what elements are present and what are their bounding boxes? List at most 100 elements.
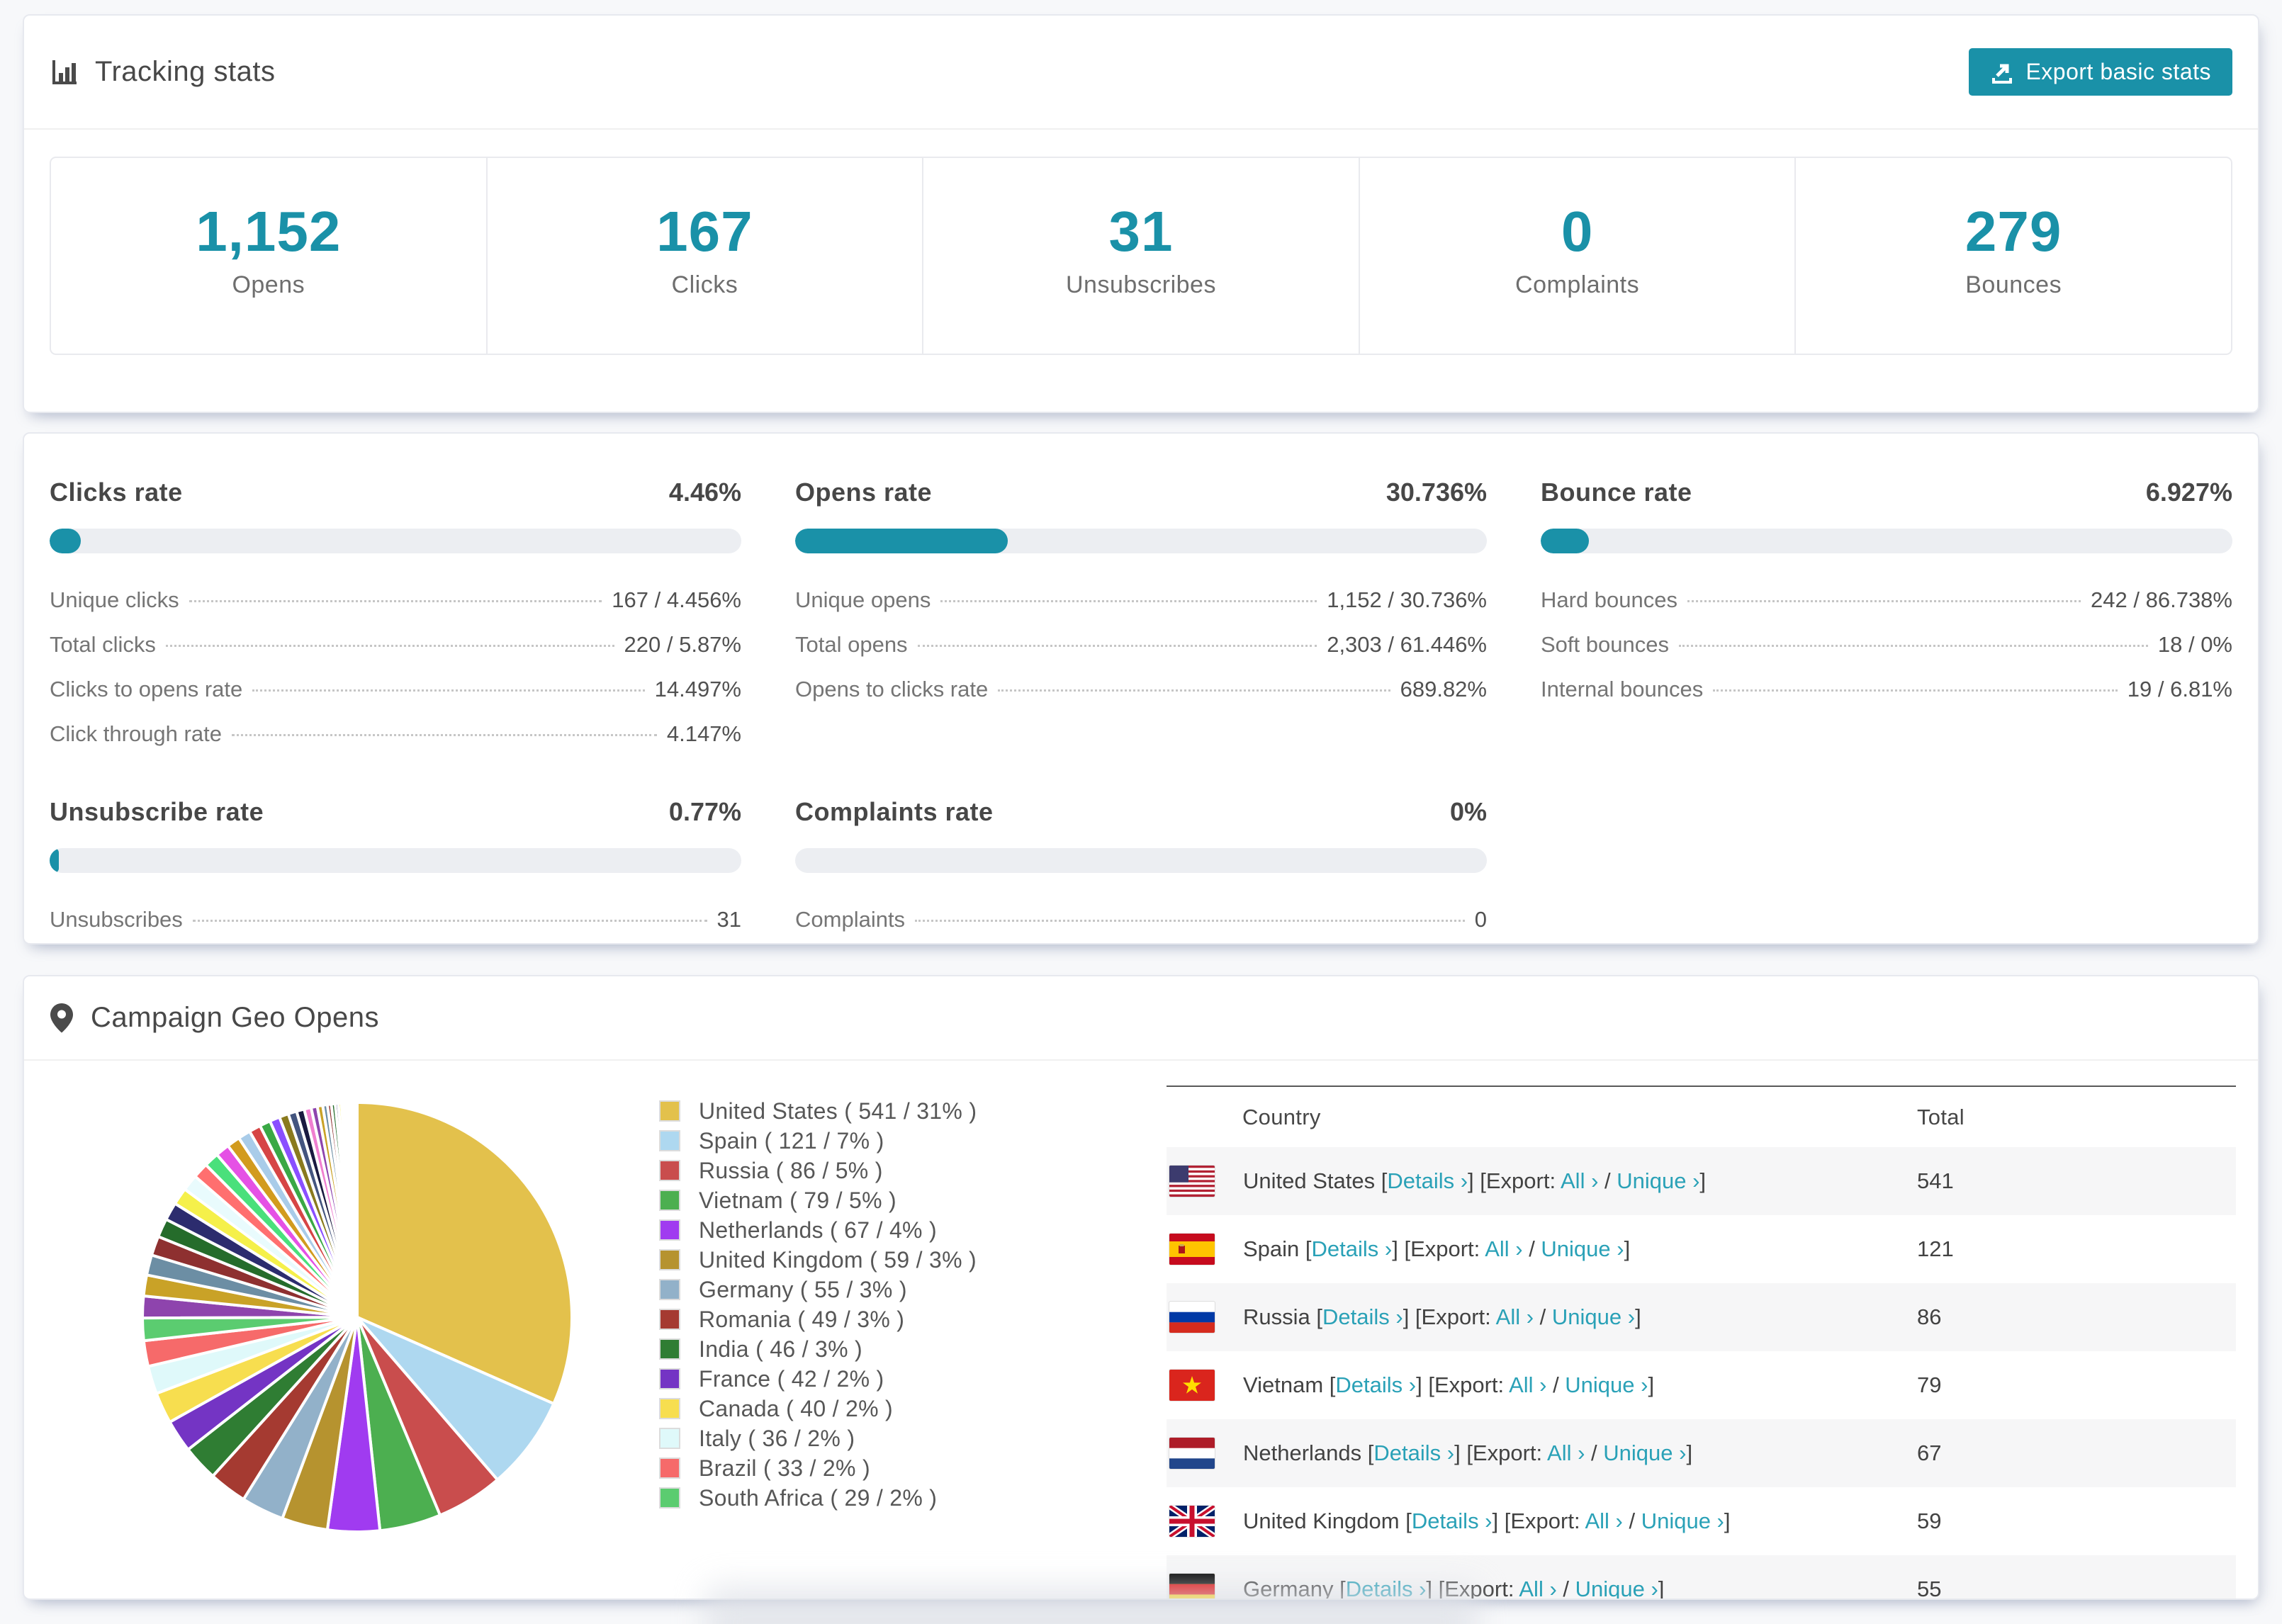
country-total: 86 [1917,1304,1942,1329]
country-total: 541 [1917,1168,1954,1193]
export-all-link[interactable]: All › [1561,1168,1598,1193]
tracking-stats-card: Tracking stats Export basic stats 1,152 O… [23,14,2259,413]
metric-label: Unsubscribes [50,907,183,932]
metric-value: 0 [1474,907,1487,932]
dotted-leader [998,689,1390,692]
flag-icon-vn [1169,1369,1215,1402]
total-column-header: Total [1917,1104,1965,1129]
legend-swatch [659,1100,680,1122]
legend-swatch [659,1487,680,1509]
progress-bar [795,848,1487,873]
metric-row-soft-bounces: Soft bounces 18 / 0% [1541,632,2232,658]
tracking-stats-header: Tracking stats Export basic stats [24,16,2258,130]
legend-item-russia: Russia ( 86 / 5% ) [659,1156,977,1185]
legend-label: Canada ( 40 / 2% ) [699,1395,893,1421]
export-unique-link[interactable]: Unique › [1603,1440,1686,1465]
export-unique-link[interactable]: Unique › [1641,1509,1724,1533]
country-total: 67 [1917,1440,1942,1465]
metric-value: 242 / 86.738% [2091,587,2232,612]
metric-row-hard-bounces: Hard bounces 242 / 86.738% [1541,587,2232,613]
stat-value: 0 [1561,200,1594,263]
dotted-leader [1713,689,2118,692]
export-unique-link[interactable]: Unique › [1552,1304,1635,1329]
details-link[interactable]: Details › [1322,1304,1403,1329]
legend-label: United Kingdom ( 59 / 3% ) [699,1246,977,1273]
metric-label: Soft bounces [1541,632,1669,657]
details-link[interactable]: Details › [1312,1236,1393,1261]
flag-icon-gb [1169,1505,1215,1538]
export-button-label: Export basic stats [2025,59,2211,84]
dotted-leader [1678,645,2148,647]
export-unique-link[interactable]: Unique › [1565,1372,1648,1397]
country-name: United States [1243,1168,1376,1193]
rate-value: 30.736% [1386,478,1487,507]
legend-item-vietnam: Vietnam ( 79 / 5% ) [659,1185,977,1215]
metric-row-opens-to-clicks-rate: Opens to clicks rate 689.82% [795,677,1487,702]
rate-title: Opens rate [795,478,933,507]
rates-card: Clicks rate 4.46% Unique clicks 167 / 4.456… [23,432,2259,944]
flag-icon-ru [1169,1301,1215,1333]
country-column-header: Country [1242,1104,1321,1129]
metric-label: Hard bounces [1541,587,1678,612]
legend-label: South Africa ( 29 / 2% ) [699,1484,938,1511]
table-row-spain: Spain [Details ›] [Export: All › / Uniqu… [1167,1215,2236,1283]
stat-value: 1,152 [196,200,342,263]
country-cell-text: Spain [Details ›] [Export: All › / Uniqu… [1243,1236,1631,1261]
progress-bar [50,848,741,873]
metric-value: 31 [716,907,741,932]
dotted-leader [915,920,1465,922]
details-link[interactable]: Details › [1412,1509,1493,1533]
legend-swatch [659,1190,680,1211]
metric-row-total-clicks: Total clicks 220 / 5.87% [50,632,741,658]
metric-value: 14.497% [654,677,741,701]
export-all-link[interactable]: All › [1519,1577,1556,1598]
export-unique-link[interactable]: Unique › [1575,1577,1658,1598]
country-cell-text: Russia [Details ›] [Export: All › / Uniq… [1243,1304,1641,1329]
legend-item-south-africa: South Africa ( 29 / 2% ) [659,1483,977,1513]
pie-legend: United States ( 541 / 31% ) Spain ( 121 /… [659,1096,977,1513]
metric-row-clicks-to-opens-rate: Clicks to opens rate 14.497% [50,677,741,702]
rate-value: 0.77% [668,797,741,826]
export-all-link[interactable]: All › [1509,1372,1546,1397]
country-name: Netherlands [1243,1440,1362,1465]
rate-value: 0% [1449,797,1487,826]
stat-label: Complaints [1515,271,1640,298]
export-all-link[interactable]: All › [1585,1509,1622,1533]
summary-stats-row: 1,152 Opens 167 Clicks 31 Unsubscribes 0 Compla… [50,157,2232,355]
export-all-link[interactable]: All › [1485,1236,1522,1261]
rate-value: 6.927% [2145,478,2232,507]
legend-item-italy: Italy ( 36 / 2% ) [659,1423,977,1453]
legend-swatch [659,1368,680,1389]
details-link[interactable]: Details › [1387,1168,1468,1193]
dotted-leader [231,734,657,736]
legend-item-india: India ( 46 / 3% ) [659,1334,977,1364]
legend-label: Spain ( 121 / 7% ) [699,1127,884,1154]
progress-bar-fill [50,529,81,553]
geo-card-header: Campaign Geo Opens [24,976,2258,1061]
details-link[interactable]: Details › [1335,1372,1416,1397]
stat-label: Bounces [1965,271,2062,298]
export-basic-stats-button[interactable]: Export basic stats [1969,48,2232,96]
legend-label: Brazil ( 33 / 2% ) [699,1455,870,1481]
country-name: United Kingdom [1243,1509,1400,1533]
dotted-leader [165,645,614,647]
legend-swatch [659,1398,680,1419]
table-row-united-kingdom: United Kingdom [Details ›] [Export: All … [1167,1487,2236,1555]
legend-swatch [659,1249,680,1270]
details-link[interactable]: Details › [1373,1440,1454,1465]
metric-label: Click through rate [50,721,222,746]
legend-label: United States ( 541 / 31% ) [699,1098,977,1124]
metric-row-internal-bounces: Internal bounces 19 / 6.81% [1541,677,2232,702]
export-all-link[interactable]: All › [1547,1440,1585,1465]
metric-label: Opens to clicks rate [795,677,989,701]
country-name: Russia [1243,1304,1310,1329]
export-unique-link[interactable]: Unique › [1541,1236,1624,1261]
export-unique-link[interactable]: Unique › [1617,1168,1699,1193]
export-all-link[interactable]: All › [1496,1304,1534,1329]
metric-value: 167 / 4.456% [612,587,741,612]
rate-value: 4.46% [668,478,741,507]
metric-label: Total opens [795,632,908,657]
pie-slice [354,1100,359,1319]
flag-icon-es [1169,1233,1215,1265]
campaign-geo-opens-card: Campaign Geo Opens United States ( 541 /… [23,975,2259,1600]
